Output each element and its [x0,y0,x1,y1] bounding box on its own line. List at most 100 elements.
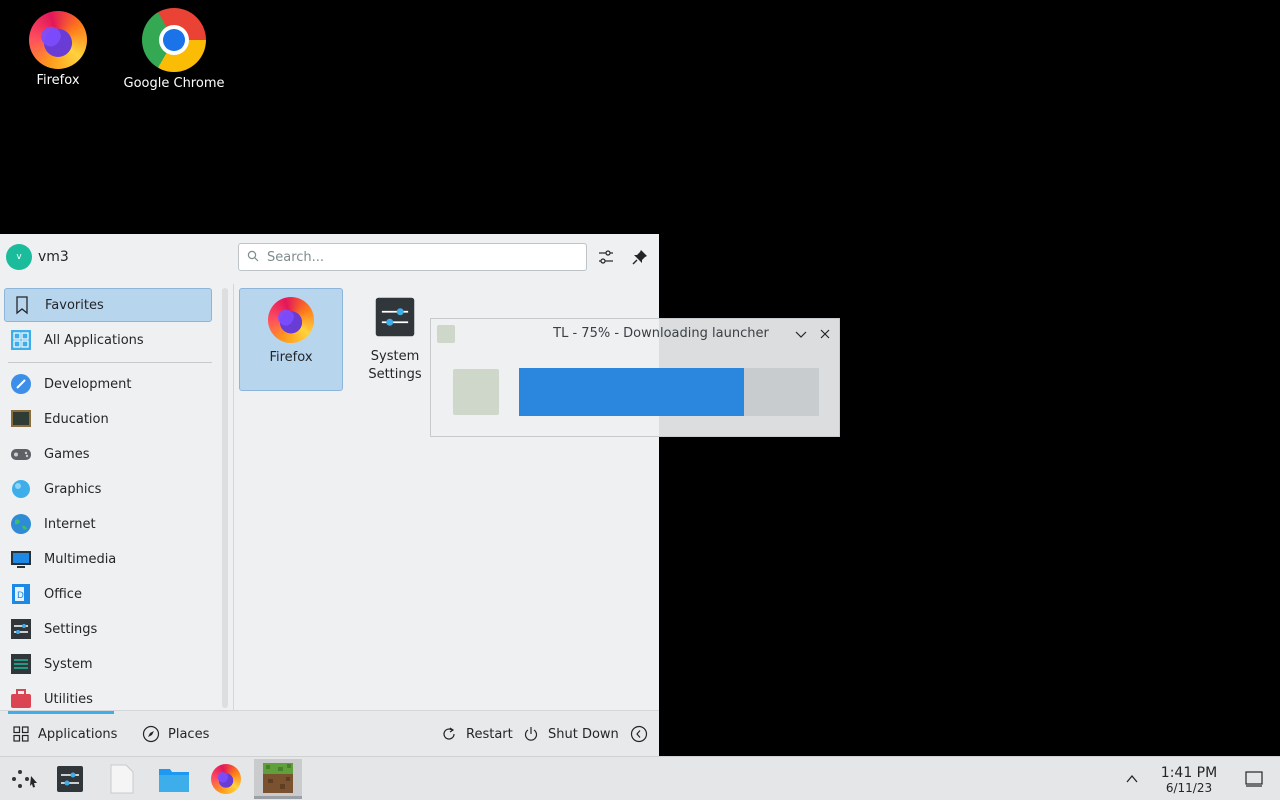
firefox-icon [268,297,314,343]
dialog-titlebar[interactable]: TL - 75% - Downloading launcher [431,319,839,349]
pin-button[interactable] [628,245,652,269]
taskbar-firefox[interactable] [202,759,250,799]
category-education[interactable]: Education [4,402,212,436]
category-all-applications[interactable]: All Applications [4,323,212,357]
user-name: vm3 [38,249,69,265]
application-launcher: v vm3 Favorites All Applications Develop… [0,234,659,756]
launcher-header: v vm3 [0,234,659,284]
favorite-firefox[interactable]: Firefox [239,288,343,391]
taskbar-system-settings[interactable] [46,759,94,799]
tab-label: Places [168,726,210,742]
search-input[interactable] [267,248,567,266]
restart-label: Restart [466,726,513,742]
avatar[interactable]: v [6,244,32,270]
search-field[interactable] [238,243,587,271]
category-label: Games [44,446,90,462]
pin-icon [632,250,647,265]
category-label: Utilities [44,691,93,707]
divider [233,284,234,710]
desktop-icon-label: Firefox [36,73,80,88]
file-icon [110,764,134,794]
progress-fill [519,368,744,416]
desktop-icon-firefox[interactable]: Firefox [3,8,113,88]
category-label: Graphics [44,481,102,497]
shutdown-button[interactable]: Shut Down [522,721,619,747]
grid-icon [12,725,30,743]
desktop-icon-google-chrome[interactable]: Google Chrome [119,8,229,91]
office-icon: D [12,584,30,604]
app-launcher-button[interactable] [0,759,48,799]
close-icon [820,329,830,339]
compass-icon [142,725,160,743]
show-desktop-icon [1245,771,1263,787]
taskbar: 1:41 PM 6/11/23 [0,756,1280,800]
category-scrollbar[interactable] [222,288,228,708]
category-internet[interactable]: Internet [4,507,212,541]
firefox-icon [211,764,241,794]
show-desktop-button[interactable] [1234,759,1274,799]
category-favorites[interactable]: Favorites [4,288,212,322]
category-system[interactable]: System [4,647,212,681]
globe-icon [11,514,31,534]
development-icon [11,374,31,394]
category-label: Education [44,411,109,427]
category-label: All Applications [44,332,144,348]
chevron-left-icon [630,725,648,743]
close-button[interactable] [816,325,834,343]
power-icon [522,725,540,743]
restart-icon [440,725,458,743]
bookmark-icon [16,296,28,315]
category-utilities[interactable]: Utilities [4,682,212,710]
restart-button[interactable]: Restart [440,721,513,747]
favorite-label: Firefox [269,350,313,365]
system-tray-expand[interactable] [1110,759,1154,799]
divider [8,362,212,363]
desktop-icon-label: Google Chrome [123,76,225,91]
taskbar-file[interactable] [98,759,146,799]
tab-applications[interactable]: Applications [12,721,117,747]
chrome-icon [142,8,206,72]
education-icon [11,410,31,427]
category-graphics[interactable]: Graphics [4,472,212,506]
launcher-footer: Applications Places Restart Shut Down [0,710,659,756]
dialog-title: TL - 75% - Downloading launcher [553,326,769,341]
more-power-options-button[interactable] [630,721,656,747]
sliders-icon [599,250,613,264]
taskbar-minecraft-launcher[interactable] [254,759,302,799]
category-label: Office [44,586,82,602]
category-label: Multimedia [44,551,117,567]
category-multimedia[interactable]: Multimedia [4,542,212,576]
category-label: System [44,656,93,672]
tab-places[interactable]: Places [142,721,209,747]
category-settings[interactable]: Settings [4,612,212,646]
search-icon [247,250,259,262]
multimedia-icon [11,551,31,568]
app-launcher-icon [12,770,37,788]
folder-icon [159,769,189,792]
system-settings-icon [57,766,83,792]
download-progress-dialog: TL - 75% - Downloading launcher [430,318,840,437]
download-progress-bar [519,368,819,416]
category-list: Favorites All Applications Development E… [0,284,216,710]
clock-date: 6/11/23 [1165,781,1213,795]
minecraft-icon [437,325,455,343]
minecraft-icon [263,762,293,793]
chevron-up-icon [1126,774,1138,783]
category-office[interactable]: D Office [4,577,212,611]
system-settings-icon [375,297,415,337]
settings-icon [11,619,31,639]
minimize-button[interactable] [792,325,810,343]
digital-clock[interactable]: 1:41 PM 6/11/23 [1152,765,1226,795]
grid-icon [11,330,31,350]
category-development[interactable]: Development [4,367,212,401]
clock-time: 1:41 PM [1160,765,1218,781]
category-label: Favorites [45,297,104,313]
configure-button[interactable] [594,245,618,269]
minecraft-icon [453,369,499,415]
gamepad-icon [11,449,31,460]
category-games[interactable]: Games [4,437,212,471]
category-label: Internet [44,516,96,532]
svg-text:D: D [17,591,24,601]
utilities-icon [11,689,31,708]
taskbar-file-manager[interactable] [150,759,198,799]
